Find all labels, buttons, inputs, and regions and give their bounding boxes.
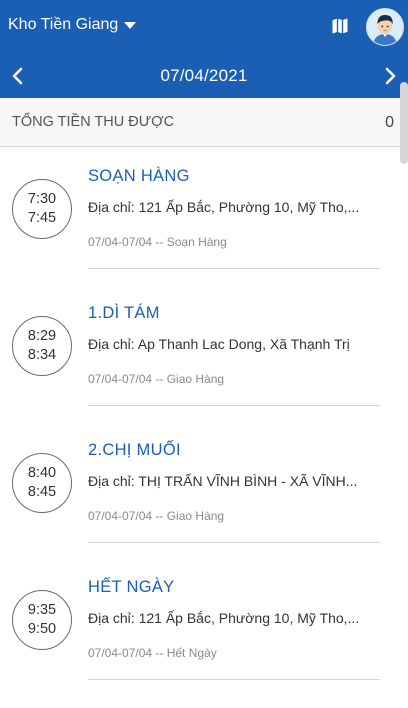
stop-item[interactable]: 9:35 9:50 HẾT NGÀY Địa chỉ: 121 Ấp Bắc, … (0, 558, 408, 695)
stop-meta: 07/04-07/04 -- Soạn Hàng (88, 235, 227, 249)
stop-address: Địa chỉ: 121 Ấp Bắc, Phường 10, Mỹ Tho,.… (88, 610, 360, 626)
divider (88, 268, 380, 269)
stop-meta: 07/04-07/04 -- Giao Hàng (88, 372, 225, 386)
time-start: 8:40 (27, 465, 57, 481)
user-avatar-icon (367, 9, 403, 45)
stop-item[interactable]: 8:29 8:34 1.DÌ TÁM Địa chỉ: Ap Thanh Lac… (0, 284, 408, 421)
stop-title: HẾT NGÀY (88, 578, 175, 596)
divider (88, 542, 380, 543)
stop-item[interactable]: 8:40 8:45 2.CHỊ MUỐI Địa chỉ: THỊ TRẤN V… (0, 421, 408, 558)
stop-address: Địa chỉ: 121 Ấp Bắc, Phường 10, Mỹ Tho,.… (88, 199, 360, 215)
divider (88, 405, 380, 406)
stop-address: Địa chỉ: Ap Thanh Lac Dong, Xã Thạnh Trị (88, 336, 350, 352)
stop-title: 2.CHỊ MUỐI (88, 441, 181, 459)
chevron-right-icon[interactable] (380, 66, 400, 86)
time-start: 8:29 (27, 328, 57, 344)
caret-down-icon (124, 21, 137, 29)
total-collected-row: TỔNG TIỀN THU ĐƯỢC 0 (0, 98, 408, 147)
stop-meta: 07/04-07/04 -- Hết Ngày (88, 646, 217, 660)
selected-date[interactable]: 07/04/2021 (0, 66, 408, 86)
total-collected-label: TỔNG TIỀN THU ĐƯỢC (12, 114, 175, 130)
stop-address: Địa chỉ: THỊ TRẤN VĨNH BÌNH - XÃ VĨNH... (88, 473, 358, 489)
time-badge: 8:29 8:34 (12, 316, 72, 376)
time-end: 8:45 (27, 484, 57, 500)
stop-item[interactable]: 7:30 7:45 SOẠN HÀNG Địa chỉ: 121 Ấp Bắc,… (0, 147, 408, 284)
time-badge: 7:30 7:45 (12, 179, 72, 239)
map-icon[interactable] (330, 16, 350, 36)
time-end: 9:50 (27, 621, 57, 637)
avatar[interactable] (366, 8, 404, 46)
time-badge: 8:40 8:45 (12, 453, 72, 513)
divider (88, 679, 380, 680)
app-header: Kho Tiền Giang 07/04/2021 (0, 0, 408, 98)
time-start: 9:35 (27, 602, 57, 618)
time-badge: 9:35 9:50 (12, 590, 72, 650)
stop-meta: 07/04-07/04 -- Giao Hàng (88, 509, 225, 523)
warehouse-selector[interactable]: Kho Tiền Giang (8, 16, 137, 34)
time-start: 7:30 (27, 191, 57, 207)
time-end: 8:34 (27, 347, 57, 363)
total-collected-value: 0 (385, 114, 394, 131)
date-navigator: 07/04/2021 (0, 54, 408, 98)
stop-title: 1.DÌ TÁM (88, 304, 160, 322)
time-end: 7:45 (27, 210, 57, 226)
stop-list: 7:30 7:45 SOẠN HÀNG Địa chỉ: 121 Ấp Bắc,… (0, 147, 408, 695)
header-top-row: Kho Tiền Giang (0, 0, 408, 54)
stop-title: SOẠN HÀNG (88, 167, 190, 185)
warehouse-label: Kho Tiền Giang (8, 16, 119, 33)
